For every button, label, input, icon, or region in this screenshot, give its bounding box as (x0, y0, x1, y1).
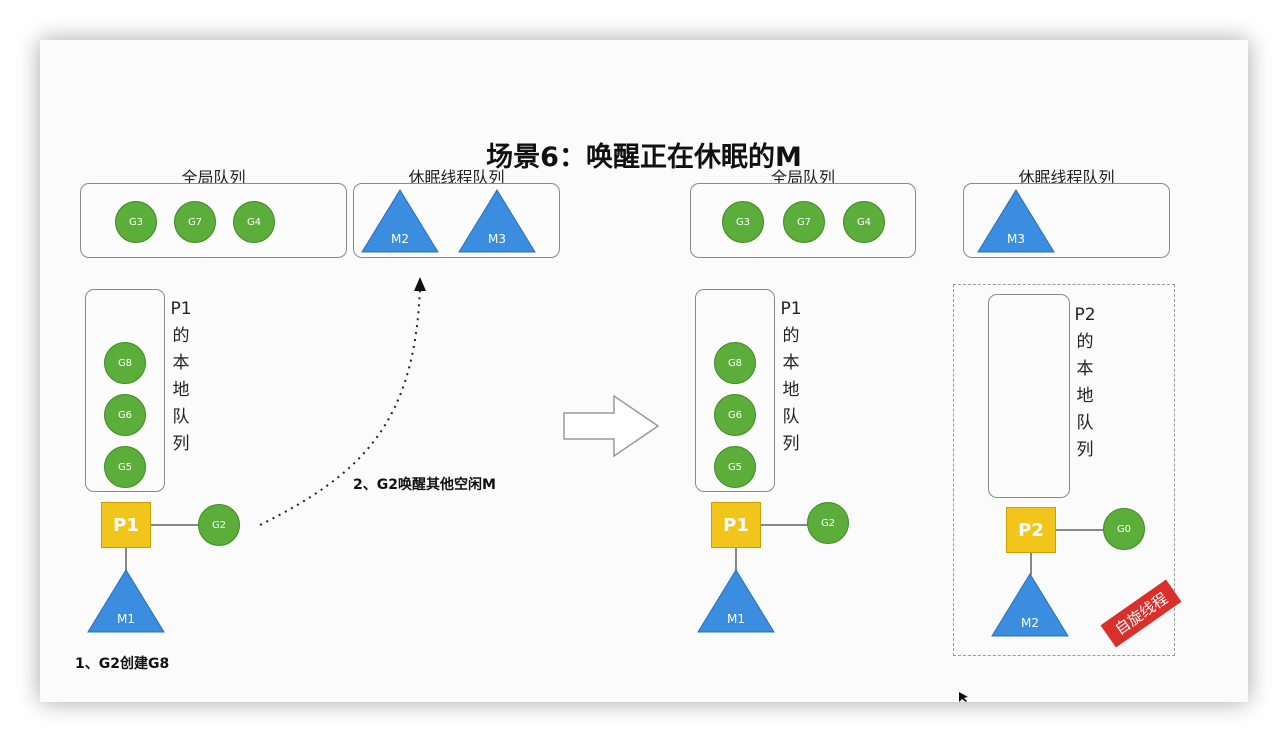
left-lq-char: 队 (172, 407, 190, 427)
p2-g-connector (1056, 529, 1104, 531)
left-local-g5: G5 (104, 446, 146, 488)
right-global-g7: G7 (783, 201, 825, 243)
p2-lq-char: 本 (1076, 359, 1094, 379)
left-sleep-m3-label: M3 (488, 232, 506, 246)
mouse-cursor-icon (959, 692, 968, 702)
left-lq-char: P1 (170, 299, 192, 319)
right-global-g3: G3 (722, 201, 764, 243)
right-machine-m1: M1 (696, 568, 776, 634)
right-local-queue-label: P1 的 本 地 队 列 (780, 296, 802, 458)
left-local-g8: G8 (104, 342, 146, 384)
right-sleep-m3-label: M3 (1007, 232, 1025, 246)
left-lq-char: 的 (172, 326, 190, 346)
left-global-g4: G4 (233, 201, 275, 243)
left-lq-char: 列 (172, 434, 190, 454)
left-global-g3: G3 (115, 201, 157, 243)
left-global-g7: G7 (174, 201, 216, 243)
left-processor-p1: P1 (101, 502, 151, 548)
p2-local-queue-label: P2 的 本 地 队 列 (1074, 302, 1096, 464)
right-local-g8: G8 (714, 342, 756, 384)
p2-lq-char: 地 (1076, 386, 1094, 406)
right-lq-char: 队 (782, 407, 800, 427)
left-sleep-m2: M2 (360, 188, 440, 254)
p2-lq-char: 的 (1076, 332, 1094, 352)
left-machine-m1: M1 (86, 568, 166, 634)
right-lq-char: 本 (782, 353, 800, 373)
right-lq-char: P1 (780, 299, 802, 319)
left-lq-char: 地 (172, 380, 190, 400)
p2-machine-m2: M2 (990, 572, 1070, 638)
note-create-g8: 1、G2创建G8 (75, 656, 170, 672)
right-global-g4: G4 (843, 201, 885, 243)
right-processor-p1: P1 (711, 502, 761, 548)
right-machine-m1-label: M1 (727, 612, 745, 626)
left-lq-char: 本 (172, 353, 190, 373)
wake-arrow (259, 277, 426, 526)
p2-lq-char: 列 (1076, 440, 1094, 460)
right-sleep-m3: M3 (976, 188, 1056, 254)
right-local-g6: G6 (714, 394, 756, 436)
p2-machine-m2-label: M2 (1021, 616, 1039, 630)
right-running-g2: G2 (807, 502, 849, 544)
left-local-g6: G6 (104, 394, 146, 436)
left-local-queue-label: P1 的 本 地 队 列 (170, 296, 192, 458)
transition-arrow (563, 394, 660, 458)
right-lq-char: 地 (782, 380, 800, 400)
p2-lq-char: P2 (1074, 305, 1096, 325)
right-local-g5: G5 (714, 446, 756, 488)
left-sleep-m3: M3 (457, 188, 537, 254)
left-running-g2: G2 (198, 504, 240, 546)
p2-local-queue (988, 294, 1070, 498)
processor-p2: P2 (1006, 507, 1056, 553)
p2-g0: G0 (1103, 508, 1145, 550)
left-machine-m1-label: M1 (117, 612, 135, 626)
right-p-g-connector (761, 524, 808, 526)
slide: 场景6：唤醒正在休眠的M 全局队列 G3 G7 G4 休眠线程队列 M2 M3 … (40, 40, 1248, 702)
right-lq-char: 的 (782, 326, 800, 346)
p2-lq-char: 队 (1076, 413, 1094, 433)
left-sleep-m2-label: M2 (391, 232, 409, 246)
right-lq-char: 列 (782, 434, 800, 454)
left-p-g-connector (151, 524, 199, 526)
